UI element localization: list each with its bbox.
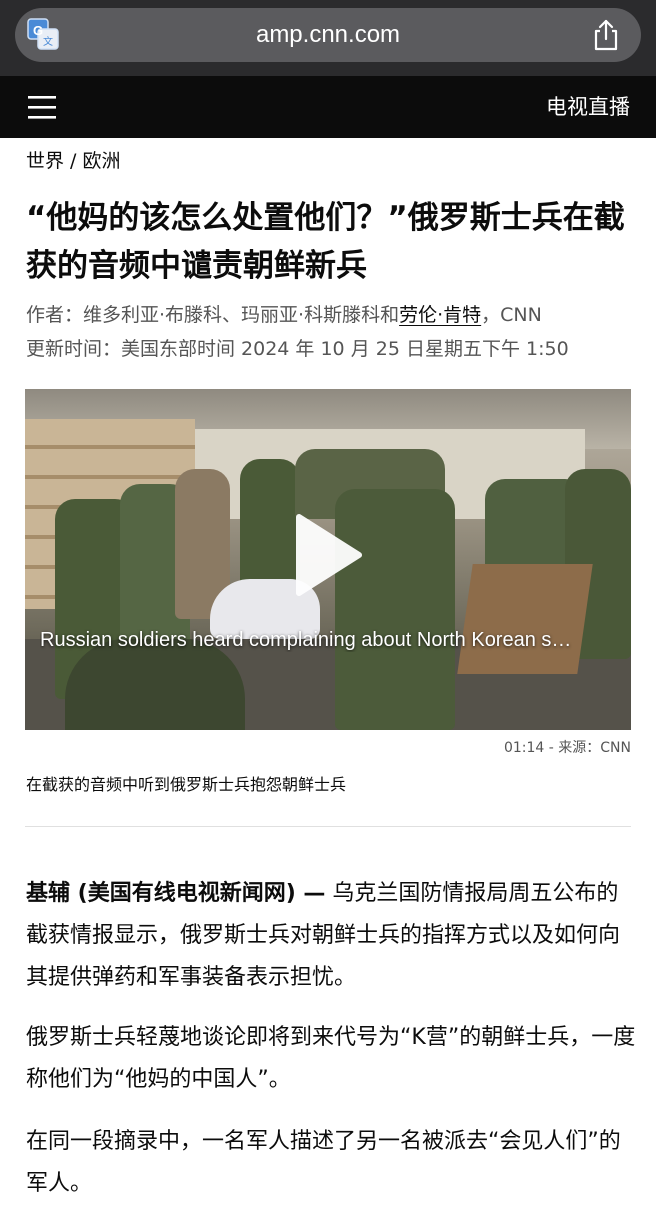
breadcrumb[interactable]: 世界 / 欧洲	[26, 146, 120, 176]
article-headline: “他妈的该怎么处置他们？”俄罗斯士兵在截获的音频中谴责朝鲜新兵	[26, 200, 625, 284]
video-caption: 在截获的音频中听到俄罗斯士兵抱怨朝鲜士兵	[26, 775, 347, 794]
play-icon[interactable]	[293, 513, 363, 597]
divider	[25, 826, 631, 827]
url-text[interactable]: amp.cnn.com	[15, 8, 641, 62]
article-paragraph: 基辅 (美国有线电视新闻网) — 乌克兰国防情报局周五公布的截获情报显示，俄罗斯…	[26, 873, 636, 999]
author-link[interactable]: 劳伦·肯特	[399, 304, 481, 326]
site-header: 电视直播	[0, 76, 656, 138]
video-title: Russian soldiers heard complaining about…	[40, 629, 572, 651]
browser-chrome: G 文 amp.cnn.com	[0, 0, 656, 76]
video-frame-soldier	[65, 639, 245, 730]
live-tv-link[interactable]: 电视直播	[546, 76, 630, 138]
video-frame-soldier	[240, 459, 300, 599]
video-player[interactable]: Russian soldiers heard complaining about…	[25, 389, 631, 730]
byline-prefix: 作者：维多利亚·布滕科、玛丽亚·科斯滕科和	[26, 304, 400, 326]
byline: 作者：维多利亚·布滕科、玛丽亚·科斯滕科和劳伦·肯特，CNN	[26, 298, 636, 332]
share-icon[interactable]	[591, 19, 621, 51]
hamburger-menu-icon[interactable]	[28, 94, 58, 120]
video-meta: 01:14 - 来源：CNN	[503, 740, 631, 756]
updated-timestamp: 更新时间：美国东部时间 2024 年 10 月 25 日星期五下午 1:50	[26, 338, 569, 360]
address-bar[interactable]: G 文 amp.cnn.com	[15, 8, 641, 62]
byline-suffix: ，CNN	[481, 304, 542, 326]
video-frame-cardboard	[457, 564, 593, 674]
article-paragraph: 在同一段摘录中，一名军人描述了另一名被派去“会见人们”的军人。	[26, 1129, 621, 1196]
article-paragraph: 俄罗斯士兵轻蔑地谈论即将到来代号为“K营”的朝鲜士兵，一度称他们为“他妈的中国人…	[26, 1025, 636, 1092]
dateline: 基辅 (美国有线电视新闻网) —	[26, 881, 326, 906]
